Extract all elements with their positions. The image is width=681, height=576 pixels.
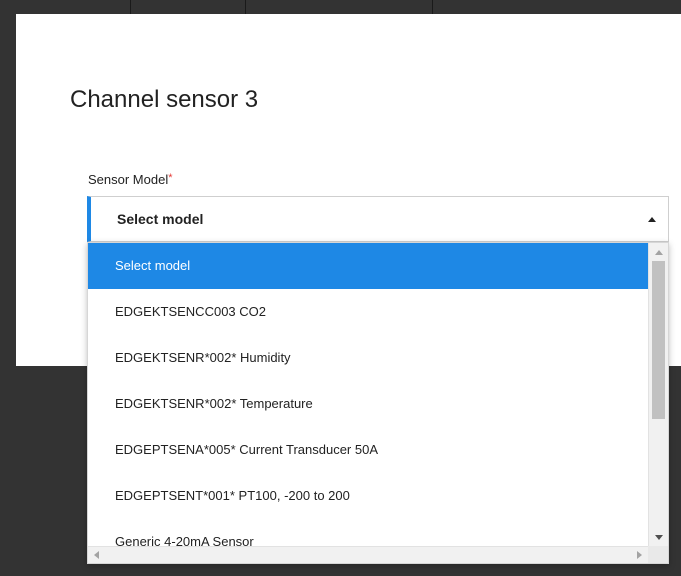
- sensor-model-dropdown[interactable]: Select model EDGEKTSENCC003 CO2 EDGEKTSE…: [87, 242, 669, 564]
- horizontal-scrollbar[interactable]: [88, 546, 668, 563]
- scroll-left-icon[interactable]: [94, 551, 99, 559]
- option-co2-sensor[interactable]: EDGEKTSENCC003 CO2: [88, 289, 649, 335]
- option-select-model[interactable]: Select model: [88, 243, 649, 289]
- sensor-model-label: Sensor Model*: [88, 172, 173, 187]
- sensor-model-select[interactable]: Select model: [87, 196, 669, 242]
- scrollbar-corner: [648, 546, 668, 563]
- option-pt100-sensor[interactable]: EDGEPTSENT*001* PT100, -200 to 200: [88, 473, 649, 519]
- option-humidity-sensor[interactable]: EDGEKTSENR*002* Humidity: [88, 335, 649, 381]
- background-divider: [130, 0, 131, 14]
- caret-up-icon: [648, 217, 656, 222]
- vertical-scrollbar[interactable]: [648, 243, 668, 547]
- background-divider: [245, 0, 246, 14]
- required-indicator: *: [168, 172, 173, 184]
- sensor-model-label-text: Sensor Model: [88, 172, 169, 187]
- dialog-title: Channel sensor 3: [70, 86, 259, 113]
- option-temperature-sensor[interactable]: EDGEKTSENR*002* Temperature: [88, 381, 649, 427]
- background-divider: [432, 0, 433, 14]
- option-current-transducer[interactable]: EDGEPTSENA*005* Current Transducer 50A: [88, 427, 649, 473]
- scroll-up-icon[interactable]: [655, 250, 663, 255]
- sensor-model-select-value: Select model: [117, 211, 204, 227]
- scroll-down-icon[interactable]: [655, 535, 663, 540]
- vertical-scroll-thumb[interactable]: [652, 261, 665, 419]
- scroll-right-icon[interactable]: [637, 551, 642, 559]
